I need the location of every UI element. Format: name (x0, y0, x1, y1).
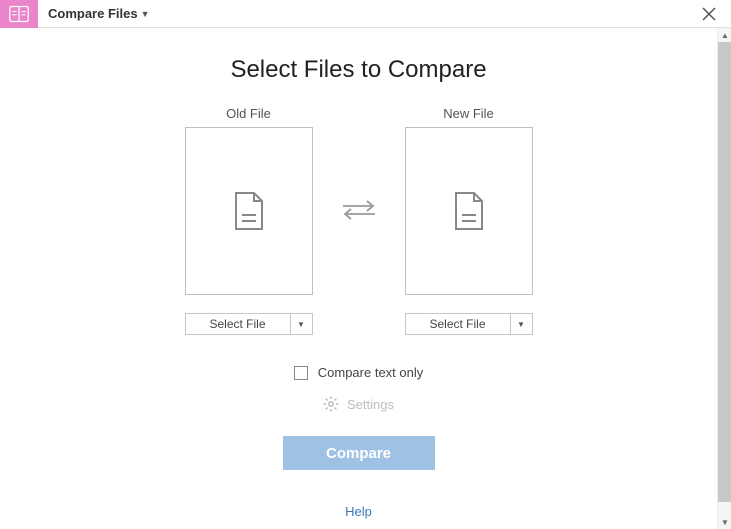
compare-text-only-checkbox[interactable]: Compare text only (294, 365, 424, 380)
app-logo (0, 0, 38, 28)
header-menu[interactable]: Compare Files ▼ (48, 6, 150, 21)
new-file-dropzone[interactable] (405, 127, 533, 295)
close-icon (702, 7, 716, 21)
compare-text-only-label: Compare text only (318, 365, 424, 380)
compare-button[interactable]: Compare (283, 436, 435, 470)
old-select-file-button[interactable]: Select File (185, 313, 291, 335)
options-section: Compare text only Settings Compare Help (0, 365, 717, 519)
header-title-text: Compare Files (48, 6, 138, 21)
main-content: Select Files to Compare Old File Select … (0, 28, 717, 529)
compare-logo-icon (9, 5, 29, 23)
settings-label: Settings (347, 397, 394, 412)
document-icon (232, 191, 266, 231)
swap-arrows-icon (341, 198, 377, 222)
close-button[interactable] (699, 4, 719, 24)
scrollbar-thumb[interactable] (718, 42, 731, 502)
new-select-file-button[interactable]: Select File (405, 313, 511, 335)
chevron-down-icon: ▼ (141, 9, 150, 19)
old-select-file-group: Select File ▼ (185, 313, 313, 335)
new-select-file-group: Select File ▼ (405, 313, 533, 335)
old-file-dropzone[interactable] (185, 127, 313, 295)
settings-button: Settings (323, 396, 394, 412)
header-bar: Compare Files ▼ (0, 0, 731, 28)
swap-arrows (341, 106, 377, 296)
document-icon (452, 191, 486, 231)
old-file-label: Old File (226, 106, 271, 121)
scrollbar[interactable]: ▲ ▼ (717, 28, 731, 529)
page-title: Select Files to Compare (0, 56, 717, 84)
new-select-file-dropdown[interactable]: ▼ (511, 313, 533, 335)
file-selection-row: Old File Select File ▼ (0, 106, 717, 335)
new-file-label: New File (443, 106, 494, 121)
help-link[interactable]: Help (345, 504, 372, 519)
checkbox-box (294, 366, 308, 380)
gear-icon (323, 396, 339, 412)
scrollbar-down-icon[interactable]: ▼ (718, 515, 731, 529)
new-file-column: New File Select File ▼ (405, 106, 533, 335)
scrollbar-up-icon[interactable]: ▲ (718, 28, 731, 42)
old-select-file-dropdown[interactable]: ▼ (291, 313, 313, 335)
old-file-column: Old File Select File ▼ (185, 106, 313, 335)
